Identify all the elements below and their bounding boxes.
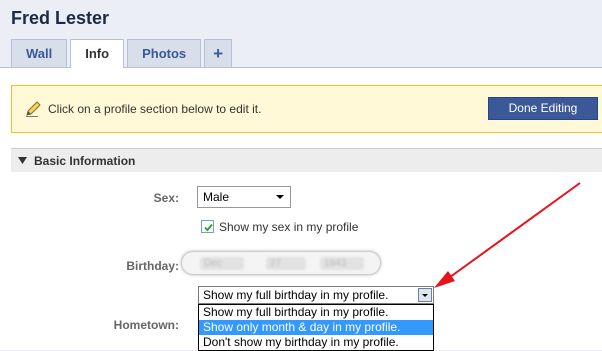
add-tab-button[interactable]: +: [204, 39, 233, 67]
profile-content: Click on a profile section below to edit…: [0, 67, 602, 351]
tab-photos[interactable]: Photos: [127, 39, 202, 67]
red-arrow-annotation: [434, 182, 581, 288]
tab-info[interactable]: Info: [70, 39, 125, 68]
profile-tabs: Wall Info Photos +: [11, 39, 235, 68]
tab-wall[interactable]: Wall: [11, 39, 68, 67]
profile-name: Fred Lester: [11, 8, 110, 28]
